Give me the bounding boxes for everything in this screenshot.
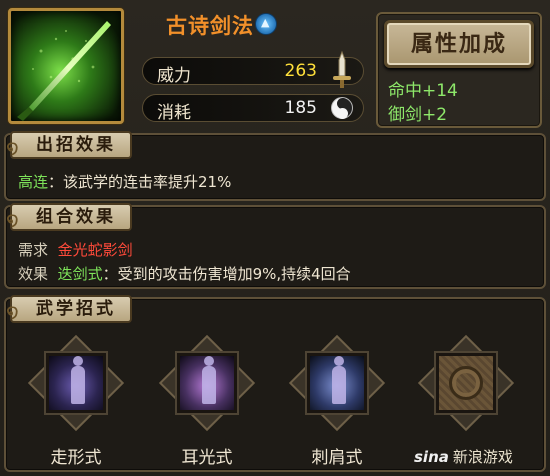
effect-section: ໑ 出招效果 高连：该武学的连击率提升21% xyxy=(4,131,546,201)
swirl-icon: ໑ xyxy=(6,207,19,231)
yinyang-icon xyxy=(331,97,353,119)
move-label: 走形式 xyxy=(50,448,102,468)
bell-icon[interactable] xyxy=(255,13,277,35)
combo-section-title: ໑ 组合效果 xyxy=(6,203,132,231)
cost-value: 185 xyxy=(284,98,317,118)
combo-require-line: 需求 金光蛇影剑 xyxy=(18,239,133,260)
effect-keyword: 高连 xyxy=(18,173,49,191)
combo-require-value: 金光蛇影剑 xyxy=(57,241,133,259)
attribute-bonus-button[interactable]: 属性加成 xyxy=(384,20,534,68)
move-label: 刺肩式 xyxy=(311,448,363,468)
locked-seal-icon xyxy=(436,353,496,413)
combo-effect-line: 效果 迭剑式：受到的攻击伤害增加9%,持续4回合 xyxy=(18,263,351,284)
effect-text: ：该武学的连击率提升21% xyxy=(48,173,232,191)
attribute-bonus-panel: 属性加成 命中+14 御剑+2 xyxy=(376,12,542,128)
move-label: 耳光式 xyxy=(181,448,233,468)
moves-section-title: ໑ 武学招式 xyxy=(6,295,132,323)
swirl-icon: ໑ xyxy=(6,299,19,323)
cost-label: 消耗 xyxy=(157,103,191,123)
power-value: 263 xyxy=(284,61,317,81)
martial-pose-icon xyxy=(177,353,237,413)
move-slot-4-locked[interactable] xyxy=(416,334,516,443)
effect-line: 高连：该武学的连击率提升21% xyxy=(18,171,231,192)
martial-pose-icon xyxy=(307,353,367,413)
power-label: 威力 xyxy=(157,66,191,86)
swirl-icon: ໑ xyxy=(6,135,19,159)
sina-logo-icon: sina xyxy=(414,448,449,466)
sword-icon xyxy=(333,50,351,88)
combo-effect-label: 效果 xyxy=(18,265,49,283)
skill-name: 古诗剑法 xyxy=(166,14,254,38)
combo-section: ໑ 组合效果 需求 金光蛇影剑 效果 迭剑式：受到的攻击伤害增加9%,持续4回合 xyxy=(4,203,546,289)
watermark: sina 新浪游戏 xyxy=(414,446,513,467)
attribute-line-sword: 御剑+2 xyxy=(388,105,448,125)
glowing-sword-icon xyxy=(8,8,124,124)
attribute-line-hit: 命中+14 xyxy=(388,81,458,101)
martial-pose-icon xyxy=(46,353,106,413)
move-slot-3[interactable]: 刺肩式 xyxy=(287,334,387,468)
combo-require-label: 需求 xyxy=(18,241,49,259)
cost-stat: 消耗 185 xyxy=(142,94,364,123)
skill-detail-window: 古诗剑法 威力 263 消耗 185 属性加成 命中+14 御剑+2 ໑ 出招效… xyxy=(0,0,550,476)
power-stat: 威力 263 xyxy=(142,50,364,88)
watermark-text: 新浪游戏 xyxy=(452,448,513,466)
move-slot-1[interactable]: 走形式 xyxy=(26,334,126,468)
move-slot-2[interactable]: 耳光式 xyxy=(157,334,257,468)
combo-effect-keyword: 迭剑式 xyxy=(57,265,103,283)
effect-section-title: ໑ 出招效果 xyxy=(6,131,132,159)
combo-effect-text: ：受到的攻击伤害增加9%,持续4回合 xyxy=(102,265,351,283)
skill-header: 古诗剑法 威力 263 消耗 185 属性加成 命中+14 御剑+2 xyxy=(0,0,550,130)
